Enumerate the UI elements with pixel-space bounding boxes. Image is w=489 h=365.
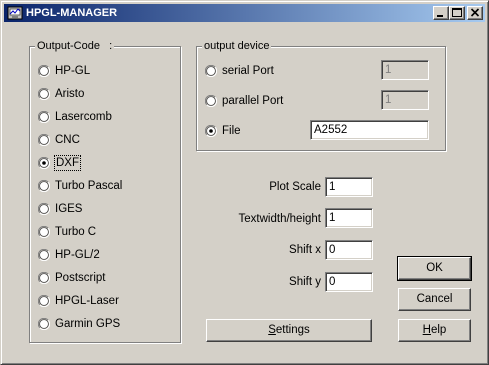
output-code-option-label: Aristo: [55, 88, 85, 100]
output-code-legend-text: Output-Code: [37, 40, 100, 52]
radio-icon: [38, 111, 50, 123]
output-code-option[interactable]: Postscript: [38, 271, 168, 287]
output-code-legend: Output-Code :: [35, 40, 115, 53]
output-code-option-label: HP-GL/2: [55, 249, 100, 261]
output-code-option[interactable]: Garmin GPS: [38, 317, 168, 333]
plot-scale-input[interactable]: 1: [325, 177, 373, 197]
output-device-legend: output device: [202, 40, 272, 53]
title-bar[interactable]: HPGL-MANAGER: [4, 4, 485, 22]
settings-label-rest: ettings: [275, 324, 310, 336]
radio-icon: [38, 249, 50, 261]
radio-selected-icon: [205, 125, 217, 137]
radio-icon: [38, 88, 50, 100]
settings-mnemonic: S: [268, 324, 276, 336]
output-code-option-label: Garmin GPS: [55, 318, 121, 330]
output-code-option-label: Turbo C: [55, 226, 97, 238]
radio-selected-icon: [38, 157, 50, 169]
help-mnemonic: H: [422, 324, 431, 336]
output-code-option[interactable]: CNC: [38, 133, 168, 149]
output-code-option[interactable]: HP-GL: [38, 64, 168, 80]
output-device-option-label: File: [222, 125, 241, 137]
output-code-option-label: CNC: [55, 134, 80, 146]
radio-icon: [38, 134, 50, 146]
output-device-option[interactable]: parallel Port: [205, 94, 305, 110]
close-button[interactable]: [467, 6, 483, 20]
output-code-option-label: HP-GL: [55, 65, 91, 77]
output-device-option-label: serial Port: [222, 65, 274, 77]
window-title: HPGL-MANAGER: [26, 7, 118, 19]
output-device-option[interactable]: serial Port: [205, 64, 305, 80]
radio-icon: [38, 226, 50, 238]
output-code-legend-suffix: :: [109, 40, 113, 52]
output-device-value-field: 1: [381, 60, 429, 80]
shift-x-label: Shift x: [289, 244, 321, 256]
plot-scale-label: Plot Scale: [269, 181, 321, 193]
app-icon[interactable]: [7, 5, 23, 21]
settings-button[interactable]: Settings: [206, 319, 372, 342]
output-device-option-label: parallel Port: [222, 95, 284, 107]
close-icon: [470, 8, 480, 17]
output-code-option-label: Postscript: [55, 272, 106, 284]
output-code-option-label: Turbo Pascal: [55, 180, 123, 192]
radio-icon: [38, 65, 50, 77]
output-code-option[interactable]: IGES: [38, 202, 168, 218]
output-code-option-label: DXF: [54, 155, 81, 171]
radio-icon: [205, 95, 217, 107]
help-label-rest: elp: [430, 324, 447, 336]
radio-icon: [38, 203, 50, 215]
output-code-option-label: HPGL-Laser: [55, 295, 119, 307]
output-code-option[interactable]: HP-GL/2: [38, 248, 168, 264]
maximize-icon: [452, 8, 462, 17]
shift-y-input[interactable]: 0: [325, 272, 373, 292]
minimize-icon: [437, 15, 443, 17]
radio-icon: [38, 295, 50, 307]
maximize-button[interactable]: [449, 6, 465, 20]
help-button[interactable]: Help: [398, 319, 471, 342]
ok-button[interactable]: OK: [397, 256, 472, 281]
output-code-option-label: IGES: [55, 203, 83, 215]
radio-icon: [38, 272, 50, 284]
output-code-option[interactable]: Turbo C: [38, 225, 168, 241]
output-code-option[interactable]: Turbo Pascal: [38, 179, 168, 195]
output-code-option[interactable]: HPGL-Laser: [38, 294, 168, 310]
shift-y-label: Shift y: [289, 276, 321, 288]
shift-x-input[interactable]: 0: [325, 240, 373, 260]
radio-icon: [205, 65, 217, 77]
output-code-option-label: Lasercomb: [55, 111, 112, 123]
radio-icon: [38, 180, 50, 192]
radio-icon: [38, 318, 50, 330]
output-device-option[interactable]: File: [205, 124, 305, 140]
cancel-button[interactable]: Cancel: [398, 288, 471, 311]
main-window: HPGL-MANAGER Output-Code : HP-GL Aristo La…: [0, 0, 489, 365]
output-device-value-field[interactable]: A2552: [310, 120, 429, 140]
output-device-value-field: 1: [381, 90, 429, 110]
output-code-option[interactable]: DXF: [38, 155, 168, 172]
textwidth-height-label: Textwidth/height: [238, 213, 321, 225]
output-code-option[interactable]: Lasercomb: [38, 110, 168, 126]
minimize-button[interactable]: [433, 6, 449, 20]
output-code-option[interactable]: Aristo: [38, 87, 168, 103]
textwidth-height-input[interactable]: 1: [325, 208, 373, 228]
